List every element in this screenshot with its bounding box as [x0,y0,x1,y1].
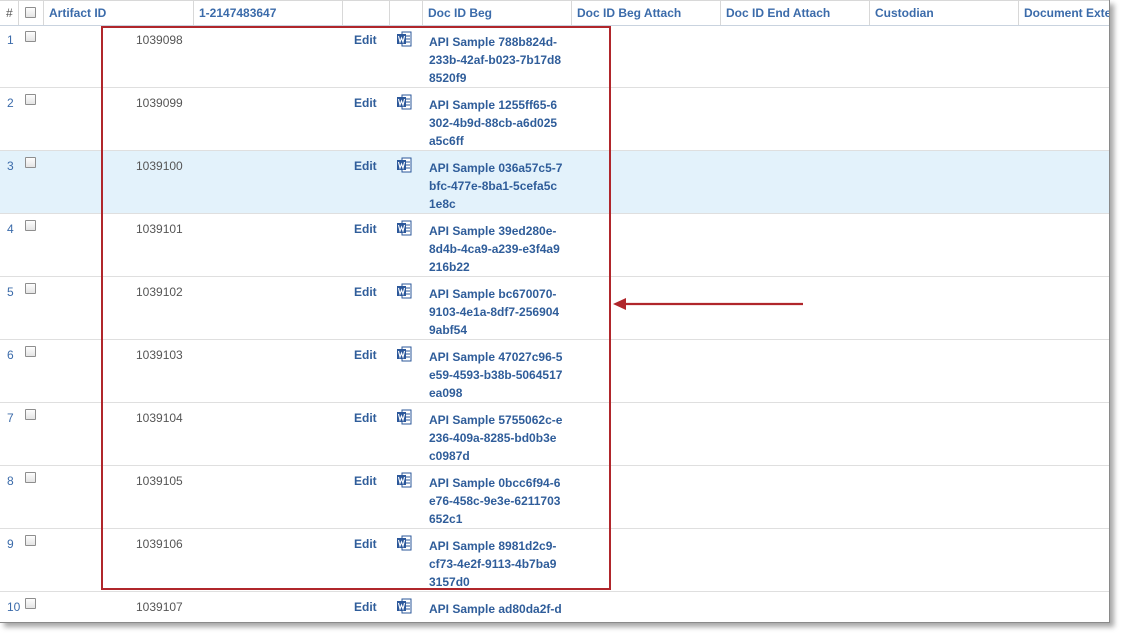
row-checkbox[interactable] [25,346,36,357]
artifact-id-cell: 1039098 [136,33,183,47]
word-doc-icon[interactable] [397,535,412,551]
artifact-id-cell: 1039102 [136,285,183,299]
row-checkbox[interactable] [25,94,36,105]
table-row: 7 1039104 Edit API Sample 5755062c-e236-… [0,403,1109,466]
word-doc-icon[interactable] [397,409,412,425]
table-row-highlighted: 3 1039100 Edit API Sample 036a57c5-7bfc-… [0,151,1109,214]
row-number-header: # [0,1,19,25]
table-row: 8 1039105 Edit API Sample 0bcc6f94-6e76-… [0,466,1109,529]
column-header-artifact-id[interactable]: Artifact ID [44,1,194,25]
table-row: 10 1039107 Edit API Sample ad80da2f-d9a7… [0,592,1109,622]
row-checkbox[interactable] [25,31,36,42]
row-checkbox[interactable] [25,598,36,609]
doc-id-beg-link[interactable]: API Sample 1255ff65-6302-4b9d-88cb-a6d02… [429,96,563,150]
edit-link[interactable]: Edit [354,474,377,488]
doc-id-beg-link[interactable]: API Sample 5755062c-e236-409a-8285-bd0b3… [429,411,563,465]
artifact-id-cell: 1039099 [136,96,183,110]
artifact-id-cell: 1039106 [136,537,183,551]
select-all-checkbox[interactable] [25,7,36,18]
table-row: 6 1039103 Edit API Sample 47027c96-5e59-… [0,340,1109,403]
table-row: 2 1039099 Edit API Sample 1255ff65-6302-… [0,88,1109,151]
doc-id-beg-link[interactable]: API Sample 036a57c5-7bfc-477e-8ba1-5cefa… [429,159,563,213]
row-checkbox[interactable] [25,283,36,294]
artifact-id-cell: 1039107 [136,600,183,614]
artifact-id-cell: 1039104 [136,411,183,425]
table-row: 4 1039101 Edit API Sample 39ed280e-8d4b-… [0,214,1109,277]
row-number: 1 [7,33,14,47]
row-number: 3 [7,159,14,173]
column-header-file-icon [390,1,423,25]
doc-id-beg-link[interactable]: API Sample 47027c96-5e59-4593-b38b-50645… [429,348,563,402]
artifact-id-cell: 1039105 [136,474,183,488]
grid-header: # Artifact ID 1-2147483647 Doc ID Beg Do… [0,0,1109,26]
row-checkbox[interactable] [25,409,36,420]
row-number: 10 [7,600,21,614]
edit-link[interactable]: Edit [354,222,377,236]
row-number: 2 [7,96,14,110]
doc-id-beg-link[interactable]: API Sample 788b824d-233b-42af-b023-7b17d… [429,33,563,87]
doc-id-beg-link[interactable]: API Sample bc670070-9103-4e1a-8df7-25690… [429,285,563,339]
doc-id-beg-link[interactable]: API Sample ad80da2f-d9a7-497a [429,600,563,622]
edit-link[interactable]: Edit [354,159,377,173]
edit-link[interactable]: Edit [354,348,377,362]
left-pointing-arrow [613,298,803,310]
column-header-document-extension[interactable]: Document Exte [1019,1,1109,25]
row-number: 6 [7,348,14,362]
document-list-grid: # Artifact ID 1-2147483647 Doc ID Beg Do… [0,0,1110,623]
edit-link[interactable]: Edit [354,411,377,425]
doc-id-beg-link[interactable]: API Sample 0bcc6f94-6e76-458c-9e3e-62117… [429,474,563,528]
column-header-edit [343,1,390,25]
edit-link[interactable]: Edit [354,537,377,551]
column-header-custodian[interactable]: Custodian [870,1,1019,25]
table-row: 9 1039106 Edit API Sample 8981d2c9-cf73-… [0,529,1109,592]
doc-id-beg-link[interactable]: API Sample 8981d2c9-cf73-4e2f-9113-4b7ba… [429,537,563,591]
word-doc-icon[interactable] [397,598,412,614]
column-header-doc-id-end-attach[interactable]: Doc ID End Attach [721,1,870,25]
row-number: 8 [7,474,14,488]
column-header-range[interactable]: 1-2147483647 [194,1,343,25]
row-checkbox[interactable] [25,472,36,483]
word-doc-icon[interactable] [397,220,412,236]
artifact-id-cell: 1039103 [136,348,183,362]
column-header-doc-id-beg[interactable]: Doc ID Beg [423,1,572,25]
edit-link[interactable]: Edit [354,285,377,299]
edit-link[interactable]: Edit [354,600,377,614]
table-row: 5 1039102 Edit API Sample bc670070-9103-… [0,277,1109,340]
edit-link[interactable]: Edit [354,96,377,110]
row-number: 9 [7,537,14,551]
row-number: 7 [7,411,14,425]
artifact-id-cell: 1039100 [136,159,183,173]
word-doc-icon[interactable] [397,346,412,362]
row-number: 4 [7,222,14,236]
word-doc-icon[interactable] [397,157,412,173]
select-all-cell [19,1,44,25]
word-doc-icon[interactable] [397,283,412,299]
row-checkbox[interactable] [25,157,36,168]
word-doc-icon[interactable] [397,31,412,47]
edit-link[interactable]: Edit [354,33,377,47]
row-number: 5 [7,285,14,299]
word-doc-icon[interactable] [397,94,412,110]
table-row: 1 1039098 Edit API Sample 788b824d-233b-… [0,25,1109,88]
column-header-doc-id-beg-attach[interactable]: Doc ID Beg Attach [572,1,721,25]
row-checkbox[interactable] [25,535,36,546]
artifact-id-cell: 1039101 [136,222,183,236]
word-doc-icon[interactable] [397,472,412,488]
row-checkbox[interactable] [25,220,36,231]
doc-id-beg-link[interactable]: API Sample 39ed280e-8d4b-4ca9-a239-e3f4a… [429,222,563,276]
